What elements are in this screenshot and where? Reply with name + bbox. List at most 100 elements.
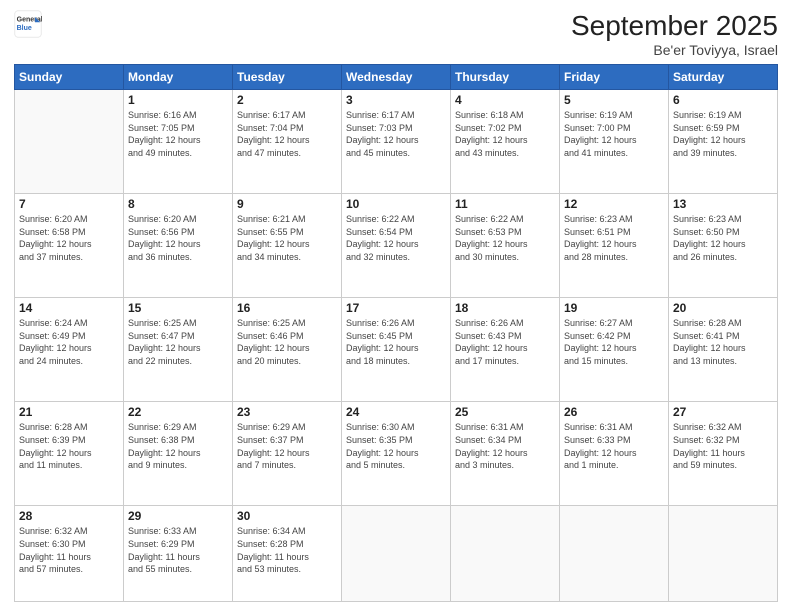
- day-info: Sunrise: 6:29 AM Sunset: 6:37 PM Dayligh…: [237, 421, 337, 471]
- calendar-cell: 17 Sunrise: 6:26 AM Sunset: 6:45 PM Dayli…: [342, 298, 451, 402]
- header: General Blue September 2025 Be'er Toviyy…: [14, 10, 778, 58]
- day-number: 29: [128, 509, 228, 523]
- calendar-week-row: 7 Sunrise: 6:20 AM Sunset: 6:58 PM Daylig…: [15, 194, 778, 298]
- day-info: Sunrise: 6:21 AM Sunset: 6:55 PM Dayligh…: [237, 213, 337, 263]
- calendar-cell: 18Sunrise: 6:26 AM Sunset: 6:43 PM Dayli…: [451, 298, 560, 402]
- day-info: Sunrise: 6:25 AM Sunset: 6:47 PM Dayligh…: [128, 317, 228, 367]
- day-number: 21: [19, 405, 119, 419]
- day-number: 26: [564, 405, 664, 419]
- calendar-cell: 10Sunrise: 6:22 AM Sunset: 6:54 PM Dayli…: [342, 194, 451, 298]
- col-sunday: Sunday: [15, 65, 124, 90]
- day-number: 11: [455, 197, 555, 211]
- calendar-cell: 4 Sunrise: 6:18 AM Sunset: 7:02 PM Daylig…: [451, 90, 560, 194]
- day-number: 20: [673, 301, 773, 315]
- day-info: Sunrise: 6:28 AM Sunset: 6:41 PM Dayligh…: [673, 317, 773, 367]
- calendar-cell: [342, 506, 451, 602]
- day-info: Sunrise: 6:28 AM Sunset: 6:39 PM Dayligh…: [19, 421, 119, 471]
- day-number: 19: [564, 301, 664, 315]
- day-number: 8: [128, 197, 228, 211]
- day-info: Sunrise: 6:25 AM Sunset: 6:46 PM Dayligh…: [237, 317, 337, 367]
- day-number: 12: [564, 197, 664, 211]
- logo-icon: General Blue: [14, 10, 42, 38]
- calendar-cell: 30 Sunrise: 6:34 AM Sunset: 6:28 PM Dayli…: [233, 506, 342, 602]
- day-info: Sunrise: 6:16 AM Sunset: 7:05 PM Dayligh…: [128, 109, 228, 159]
- day-info: Sunrise: 6:26 AM Sunset: 6:45 PM Dayligh…: [346, 317, 446, 367]
- day-info: Sunrise: 6:23 AM Sunset: 6:50 PM Dayligh…: [673, 213, 773, 263]
- calendar-cell: 20 Sunrise: 6:28 AM Sunset: 6:41 PM Dayli…: [669, 298, 778, 402]
- day-number: 1: [128, 93, 228, 107]
- calendar-cell: 3Sunrise: 6:17 AM Sunset: 7:03 PM Daylig…: [342, 90, 451, 194]
- calendar-cell: 28 Sunrise: 6:32 AM Sunset: 6:30 PM Dayli…: [15, 506, 124, 602]
- col-monday: Monday: [124, 65, 233, 90]
- calendar-cell: 14 Sunrise: 6:24 AM Sunset: 6:49 PM Dayli…: [15, 298, 124, 402]
- day-number: 17: [346, 301, 446, 315]
- day-number: 27: [673, 405, 773, 419]
- day-info: Sunrise: 6:20 AM Sunset: 6:56 PM Dayligh…: [128, 213, 228, 263]
- day-number: 15: [128, 301, 228, 315]
- day-info: Sunrise: 6:23 AM Sunset: 6:51 PM Dayligh…: [564, 213, 664, 263]
- day-number: 16: [237, 301, 337, 315]
- calendar-cell: 16 Sunrise: 6:25 AM Sunset: 6:46 PM Dayli…: [233, 298, 342, 402]
- page-subtitle: Be'er Toviyya, Israel: [571, 42, 778, 58]
- day-info: Sunrise: 6:27 AM Sunset: 6:42 PM Dayligh…: [564, 317, 664, 367]
- calendar-cell: 29 Sunrise: 6:33 AM Sunset: 6:29 PM Dayli…: [124, 506, 233, 602]
- day-info: Sunrise: 6:19 AM Sunset: 7:00 PM Dayligh…: [564, 109, 664, 159]
- calendar-cell: 22Sunrise: 6:29 AM Sunset: 6:38 PM Dayli…: [124, 402, 233, 506]
- day-info: Sunrise: 6:31 AM Sunset: 6:33 PM Dayligh…: [564, 421, 664, 471]
- day-number: 22: [128, 405, 228, 419]
- calendar-cell: 13 Sunrise: 6:23 AM Sunset: 6:50 PM Dayli…: [669, 194, 778, 298]
- day-number: 14: [19, 301, 119, 315]
- col-saturday: Saturday: [669, 65, 778, 90]
- calendar-cell: 12 Sunrise: 6:23 AM Sunset: 6:51 PM Dayli…: [560, 194, 669, 298]
- calendar-cell: 23 Sunrise: 6:29 AM Sunset: 6:37 PM Dayli…: [233, 402, 342, 506]
- calendar-cell: 7 Sunrise: 6:20 AM Sunset: 6:58 PM Daylig…: [15, 194, 124, 298]
- calendar-cell: 1 Sunrise: 6:16 AM Sunset: 7:05 PM Daylig…: [124, 90, 233, 194]
- calendar-header-row: Sunday Monday Tuesday Wednesday Thursday…: [15, 65, 778, 90]
- day-info: Sunrise: 6:19 AM Sunset: 6:59 PM Dayligh…: [673, 109, 773, 159]
- day-info: Sunrise: 6:22 AM Sunset: 6:54 PM Dayligh…: [346, 213, 446, 263]
- day-number: 25: [455, 405, 555, 419]
- day-info: Sunrise: 6:22 AM Sunset: 6:53 PM Dayligh…: [455, 213, 555, 263]
- calendar-cell: 15 Sunrise: 6:25 AM Sunset: 6:47 PM Dayli…: [124, 298, 233, 402]
- calendar-week-row: 1 Sunrise: 6:16 AM Sunset: 7:05 PM Daylig…: [15, 90, 778, 194]
- calendar-cell: 8 Sunrise: 6:20 AM Sunset: 6:56 PM Daylig…: [124, 194, 233, 298]
- day-number: 13: [673, 197, 773, 211]
- day-number: 7: [19, 197, 119, 211]
- col-wednesday: Wednesday: [342, 65, 451, 90]
- day-info: Sunrise: 6:34 AM Sunset: 6:28 PM Dayligh…: [237, 525, 337, 575]
- day-info: Sunrise: 6:33 AM Sunset: 6:29 PM Dayligh…: [128, 525, 228, 575]
- calendar-cell: 11 Sunrise: 6:22 AM Sunset: 6:53 PM Dayli…: [451, 194, 560, 298]
- day-info: Sunrise: 6:17 AM Sunset: 7:03 PM Dayligh…: [346, 109, 446, 159]
- calendar-cell: 6Sunrise: 6:19 AM Sunset: 6:59 PM Daylig…: [669, 90, 778, 194]
- calendar-week-row: 14 Sunrise: 6:24 AM Sunset: 6:49 PM Dayli…: [15, 298, 778, 402]
- day-info: Sunrise: 6:18 AM Sunset: 7:02 PM Dayligh…: [455, 109, 555, 159]
- page: General Blue September 2025 Be'er Toviyy…: [0, 0, 792, 612]
- day-info: Sunrise: 6:31 AM Sunset: 6:34 PM Dayligh…: [455, 421, 555, 471]
- calendar-cell: 21 Sunrise: 6:28 AM Sunset: 6:39 PM Dayli…: [15, 402, 124, 506]
- calendar-cell: 19 Sunrise: 6:27 AM Sunset: 6:42 PM Dayli…: [560, 298, 669, 402]
- svg-text:Blue: Blue: [17, 25, 32, 32]
- day-number: 24: [346, 405, 446, 419]
- day-info: Sunrise: 6:20 AM Sunset: 6:58 PM Dayligh…: [19, 213, 119, 263]
- page-title: September 2025: [571, 10, 778, 42]
- day-number: 30: [237, 509, 337, 523]
- calendar-cell: 9Sunrise: 6:21 AM Sunset: 6:55 PM Daylig…: [233, 194, 342, 298]
- col-thursday: Thursday: [451, 65, 560, 90]
- day-number: 28: [19, 509, 119, 523]
- day-number: 23: [237, 405, 337, 419]
- calendar-cell: 2 Sunrise: 6:17 AM Sunset: 7:04 PM Daylig…: [233, 90, 342, 194]
- day-info: Sunrise: 6:32 AM Sunset: 6:30 PM Dayligh…: [19, 525, 119, 575]
- day-info: Sunrise: 6:30 AM Sunset: 6:35 PM Dayligh…: [346, 421, 446, 471]
- calendar-cell: [451, 506, 560, 602]
- col-friday: Friday: [560, 65, 669, 90]
- day-info: Sunrise: 6:24 AM Sunset: 6:49 PM Dayligh…: [19, 317, 119, 367]
- day-info: Sunrise: 6:26 AM Sunset: 6:43 PM Dayligh…: [455, 317, 555, 367]
- day-info: Sunrise: 6:17 AM Sunset: 7:04 PM Dayligh…: [237, 109, 337, 159]
- day-number: 4: [455, 93, 555, 107]
- calendar-table: Sunday Monday Tuesday Wednesday Thursday…: [14, 64, 778, 602]
- day-number: 2: [237, 93, 337, 107]
- calendar-cell: [669, 506, 778, 602]
- calendar-cell: 26 Sunrise: 6:31 AM Sunset: 6:33 PM Dayli…: [560, 402, 669, 506]
- calendar-cell: [560, 506, 669, 602]
- svg-text:General: General: [17, 16, 42, 23]
